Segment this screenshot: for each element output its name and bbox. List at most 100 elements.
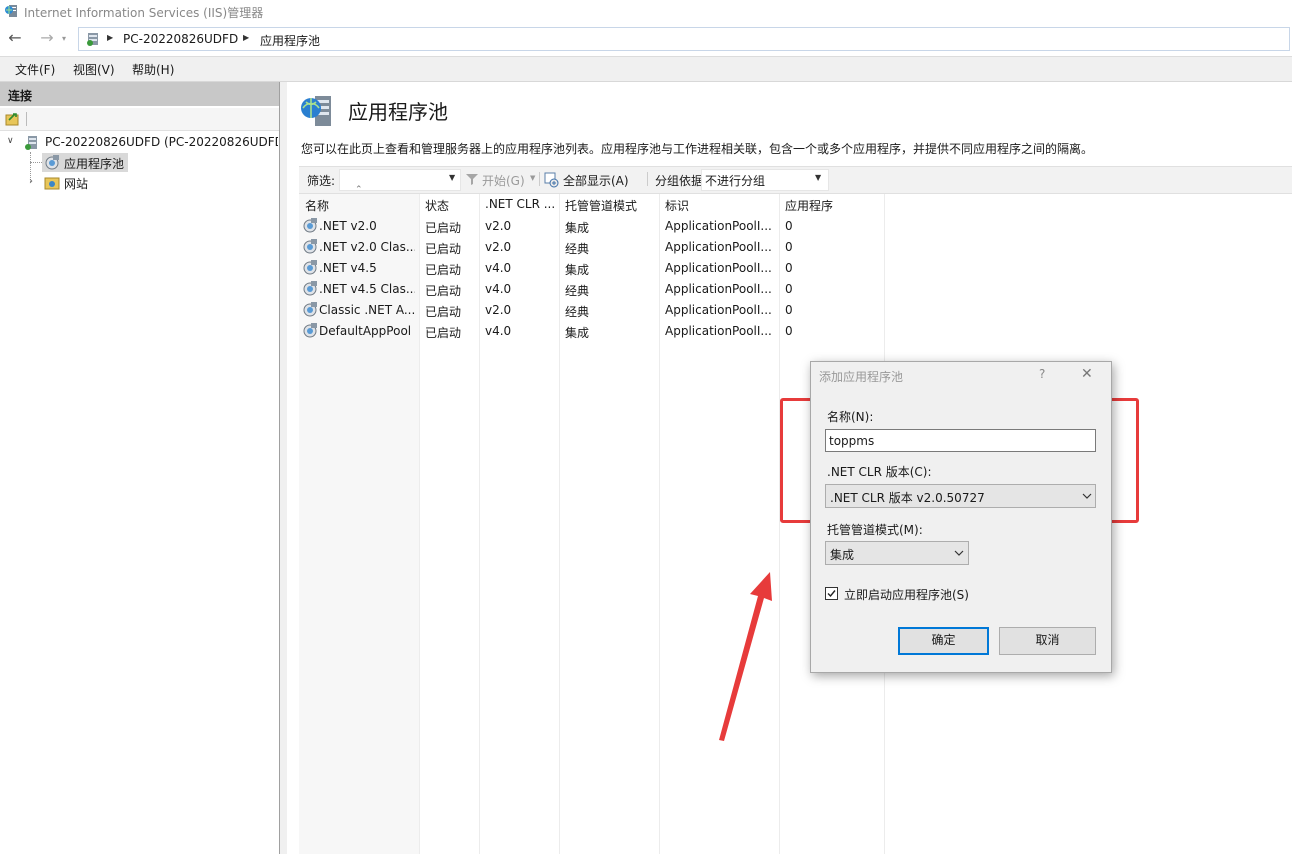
- table-cell[interactable]: .NET v4.5 Clas...: [319, 282, 415, 296]
- table-cell: 经典: [565, 284, 590, 298]
- tree-item-app-pools[interactable]: 应用程序池: [42, 153, 128, 172]
- breadcrumb-app-pools[interactable]: 应用程序池: [260, 32, 320, 49]
- window-title: Internet Information Services (IIS)管理器: [24, 6, 264, 20]
- history-dropdown-icon[interactable]: ▾: [62, 34, 70, 43]
- toolbar-separator: [539, 172, 540, 186]
- forward-button[interactable]: →: [36, 28, 58, 50]
- address-bar: ← → ▾ ▶ PC-20220826UDFD ▶ 应用程序池: [0, 24, 1292, 57]
- menu-file[interactable]: 文件(F): [15, 61, 55, 78]
- app-pool-icon: [303, 239, 317, 254]
- table-cell: 0: [785, 303, 793, 317]
- table-cell: 已启动: [425, 326, 462, 340]
- name-input[interactable]: toppms: [825, 429, 1096, 452]
- cancel-button[interactable]: 取消: [999, 627, 1096, 655]
- table-cell[interactable]: .NET v4.5: [319, 261, 415, 275]
- table-cell: 已启动: [425, 242, 462, 256]
- table-cell: v4.0: [485, 282, 512, 296]
- server-icon: [25, 136, 37, 150]
- table-cell: ApplicationPoolI...: [665, 324, 772, 338]
- help-button[interactable]: ?: [1039, 367, 1045, 381]
- table-cell: 集成: [565, 326, 590, 340]
- pipeline-mode-value: 集成: [830, 548, 855, 562]
- table-cell: 0: [785, 219, 793, 233]
- header-name[interactable]: 名称: [305, 197, 329, 214]
- app-pool-icon: [303, 218, 317, 233]
- header-clr[interactable]: .NET CLR ...: [485, 197, 555, 211]
- table-cell[interactable]: Classic .NET A...: [319, 303, 415, 317]
- menu-view[interactable]: 视图(V): [73, 61, 115, 78]
- header-status[interactable]: 状态: [425, 197, 449, 214]
- tree-item-sites[interactable]: 网站: [64, 175, 88, 192]
- chevron-right-icon: ▶: [243, 33, 250, 42]
- table-cell: ApplicationPoolI...: [665, 261, 772, 275]
- table-cell[interactable]: DefaultAppPool: [319, 324, 415, 338]
- table-cell: 已启动: [425, 305, 462, 319]
- server-icon: [87, 33, 98, 46]
- table-cell: ApplicationPoolI...: [665, 303, 772, 317]
- breadcrumb[interactable]: ▶ PC-20220826UDFD ▶ 应用程序池: [78, 27, 1290, 51]
- app-pool-icon: [303, 260, 317, 275]
- connect-icon[interactable]: [5, 111, 21, 127]
- group-by-value: 不进行分组: [705, 174, 766, 188]
- page-title: 应用程序池: [348, 100, 448, 124]
- start-now-checkbox[interactable]: [825, 587, 838, 600]
- show-all-icon: [544, 172, 559, 188]
- filter-bar: 筛选: ▼ 开始(G) ▼ 全部显示(A) 分组依据: 不进行分组 ▼: [299, 166, 1292, 194]
- start-now-label[interactable]: 立即启动应用程序池(S): [844, 586, 969, 603]
- clr-version-select[interactable]: .NET CLR 版本 v2.0.50727: [825, 484, 1096, 508]
- chevron-right-icon[interactable]: ›: [29, 176, 33, 187]
- pipeline-mode-select[interactable]: 集成: [825, 541, 969, 565]
- tree-item-label: 应用程序池: [64, 157, 125, 171]
- chevron-down-icon[interactable]: ▼: [449, 173, 455, 182]
- arrow-left-icon: ←: [8, 28, 22, 47]
- chevron-down-icon: ▼: [815, 173, 822, 182]
- header-applications[interactable]: 应用程序: [785, 197, 833, 214]
- sites-folder-icon: [44, 177, 60, 190]
- start-button[interactable]: 开始(G): [482, 172, 525, 189]
- app-pools-table: ⌃ 名称 状态 .NET CLR ... 托管管道模式 标识 应用程序 .NET…: [299, 185, 885, 854]
- iis-server-icon: [5, 5, 17, 17]
- sort-ascending-icon: ⌃: [355, 185, 363, 195]
- header-identity[interactable]: 标识: [665, 197, 689, 214]
- breadcrumb-server[interactable]: PC-20220826UDFD: [123, 32, 238, 46]
- chevron-right-icon: ▶: [107, 33, 114, 42]
- group-by-label: 分组依据:: [655, 174, 708, 188]
- ok-button[interactable]: 确定: [898, 627, 989, 655]
- filter-label: 筛选:: [307, 174, 336, 188]
- toolbar-separator: [647, 172, 648, 186]
- app-pool-icon: [303, 302, 317, 317]
- app-pool-icon: [45, 155, 59, 170]
- table-cell: v2.0: [485, 240, 512, 254]
- tree-item-server[interactable]: PC-20220826UDFD (PC-20220826UDFD\: [45, 135, 278, 149]
- chevron-down-icon: [1082, 493, 1092, 499]
- show-all-button[interactable]: 全部显示(A): [563, 172, 629, 189]
- table-cell: 经典: [565, 305, 590, 319]
- table-cell: v4.0: [485, 324, 512, 338]
- table-cell: ApplicationPoolI...: [665, 219, 772, 233]
- table-cell: 经典: [565, 242, 590, 256]
- table-cell[interactable]: .NET v2.0 Clas...: [319, 240, 415, 254]
- chevron-down-icon: [954, 550, 964, 556]
- connections-pane: 连接 ∨ PC-20220826UDFD (PC-20220826UDFD\ 应…: [0, 82, 280, 854]
- connections-header: 连接: [0, 82, 279, 106]
- checkmark-icon: [827, 590, 836, 598]
- clr-version-value: .NET CLR 版本 v2.0.50727: [830, 491, 985, 505]
- group-by-select[interactable]: 不进行分组 ▼: [701, 169, 829, 191]
- table-cell: v4.0: [485, 261, 512, 275]
- close-button[interactable]: ✕: [1081, 366, 1093, 382]
- pipeline-mode-label: 托管管道模式(M):: [827, 523, 923, 537]
- table-cell: 0: [785, 240, 793, 254]
- chevron-down-icon[interactable]: ∨: [7, 136, 14, 146]
- name-label: 名称(N):: [827, 410, 874, 424]
- back-button[interactable]: ←: [4, 28, 26, 50]
- table-cell: 集成: [565, 263, 590, 277]
- header-pipeline[interactable]: 托管管道模式: [565, 197, 637, 214]
- chevron-down-icon[interactable]: ▼: [530, 174, 535, 182]
- arrow-right-icon: →: [40, 28, 54, 47]
- app-pool-icon: [303, 323, 317, 338]
- menu-help[interactable]: 帮助(H): [132, 61, 174, 78]
- table-cell: 集成: [565, 221, 590, 235]
- table-cell[interactable]: .NET v2.0: [319, 219, 415, 233]
- table-cell: 已启动: [425, 263, 462, 277]
- menu-bar: 文件(F) 视图(V) 帮助(H): [0, 57, 1292, 82]
